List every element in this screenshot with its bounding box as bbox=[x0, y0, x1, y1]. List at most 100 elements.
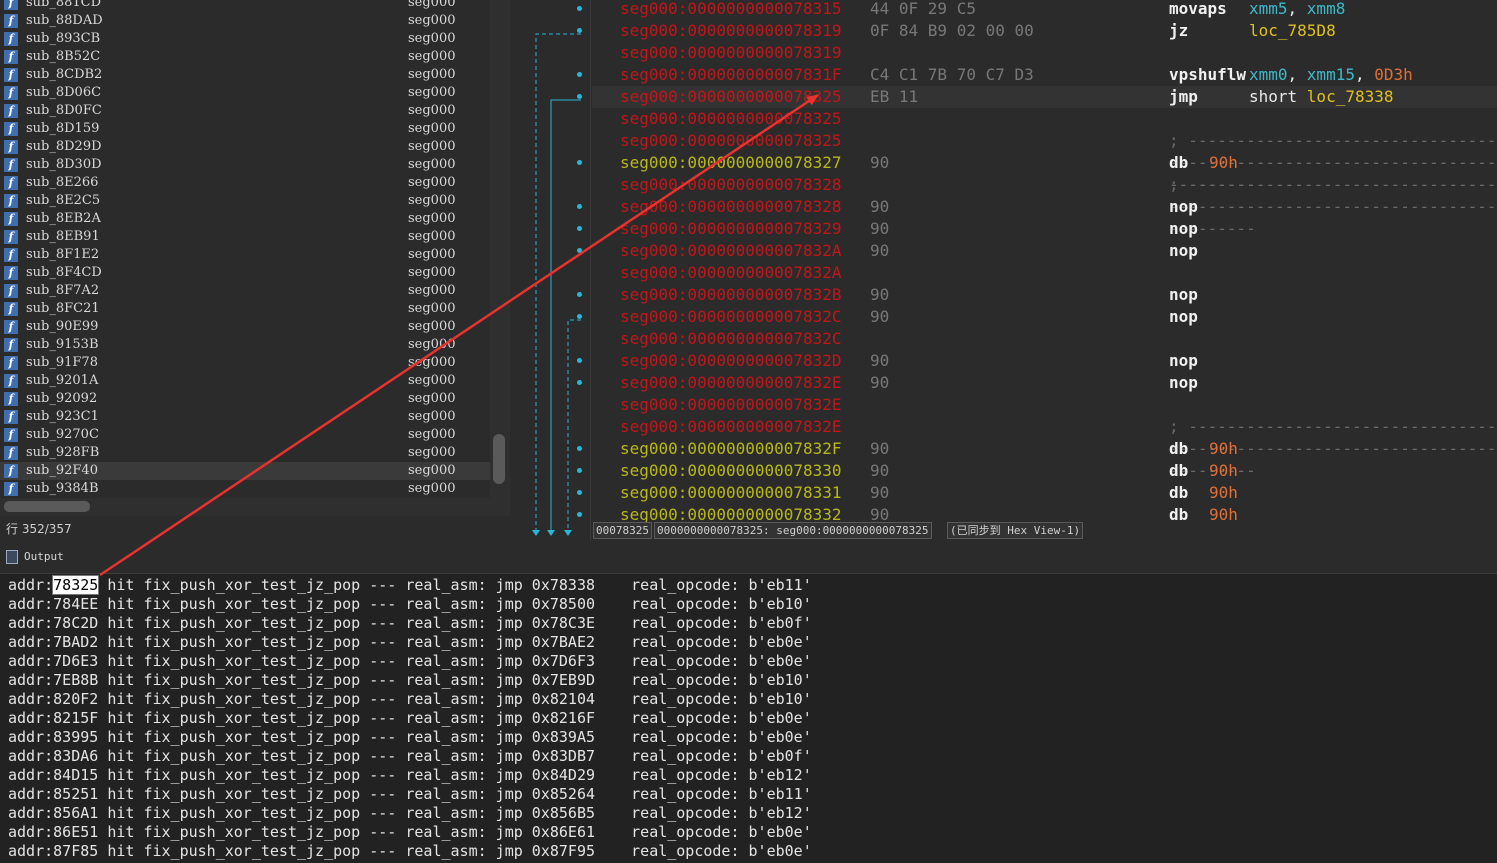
functions-horizontal-scrollbar[interactable] bbox=[0, 498, 510, 516]
disasm-address[interactable]: seg000:0000000000078319 bbox=[620, 42, 842, 64]
functions-vertical-scroll-thumb[interactable] bbox=[493, 434, 505, 484]
disasm-address[interactable]: seg000:0000000000078329 bbox=[620, 218, 842, 240]
disasm-line[interactable]: seg000:0000000000078325 bbox=[592, 108, 1497, 130]
disasm-mnemonic[interactable]: db bbox=[1169, 504, 1188, 526]
function-row[interactable]: f sub_91F78 seg000 bbox=[0, 354, 490, 372]
disasm-operands[interactable]: 90h bbox=[1209, 438, 1238, 460]
function-row[interactable]: f sub_8D30D seg000 bbox=[0, 156, 490, 174]
disasm-mnemonic[interactable]: nop bbox=[1169, 372, 1198, 394]
output-address[interactable]: 7BAD2 bbox=[53, 633, 98, 651]
function-row[interactable]: f sub_923C1 seg000 bbox=[0, 408, 490, 426]
disasm-line[interactable]: seg000:000000000007832C 90 nop bbox=[592, 306, 1497, 328]
disasm-line[interactable]: seg000:000000000007832C bbox=[592, 328, 1497, 350]
disasm-address[interactable]: seg000:000000000007832F bbox=[620, 438, 842, 460]
output-window-header[interactable]: Output bbox=[0, 545, 1497, 571]
function-row[interactable]: f sub_9153B seg000 bbox=[0, 336, 490, 354]
disasm-line[interactable]: seg000:0000000000078319 0F 84 B9 02 00 00… bbox=[592, 20, 1497, 42]
disasm-address[interactable]: seg000:0000000000078315 bbox=[620, 0, 842, 20]
disasm-address[interactable]: seg000:000000000007832E bbox=[620, 372, 842, 394]
disasm-line[interactable]: seg000:0000000000078328; ---------------… bbox=[592, 174, 1497, 238]
disasm-address[interactable]: seg000:0000000000078325 bbox=[620, 86, 842, 108]
disasm-mnemonic[interactable]: jz bbox=[1169, 20, 1188, 42]
disasm-address[interactable]: seg000:0000000000078325 bbox=[620, 130, 842, 152]
disasm-line[interactable]: seg000:0000000000078319 bbox=[592, 42, 1497, 64]
disasm-mnemonic[interactable]: nop bbox=[1169, 284, 1198, 306]
output-window-body[interactable]: addr:78325 hit fix_push_xor_test_jz_pop … bbox=[0, 573, 1497, 863]
function-row[interactable]: f sub_8F1E2 seg000 bbox=[0, 246, 490, 264]
disasm-mnemonic[interactable]: jmp bbox=[1169, 86, 1198, 108]
output-address[interactable]: 856A1 bbox=[53, 804, 98, 822]
output-line[interactable]: addr:784EE hit fix_push_xor_test_jz_pop … bbox=[8, 595, 812, 614]
disasm-line[interactable]: seg000:000000000007832A 90 nop bbox=[592, 240, 1497, 262]
disasm-mnemonic[interactable]: db bbox=[1169, 482, 1188, 504]
function-row[interactable]: f sub_928FB seg000 bbox=[0, 444, 490, 462]
function-row[interactable]: f sub_92F40 seg000 bbox=[0, 462, 490, 480]
output-line[interactable]: addr:820F2 hit fix_push_xor_test_jz_pop … bbox=[8, 690, 812, 709]
disasm-mnemonic[interactable]: vpshuflw bbox=[1169, 64, 1246, 86]
disasm-line[interactable]: seg000:0000000000078330 90 db 90h bbox=[592, 460, 1497, 482]
output-line[interactable]: addr:7D6E3 hit fix_push_xor_test_jz_pop … bbox=[8, 652, 812, 671]
disasm-address[interactable]: seg000:0000000000078331 bbox=[620, 482, 842, 504]
disasm-address[interactable]: seg000:000000000007832C bbox=[620, 328, 842, 350]
function-row[interactable]: f sub_893CB seg000 bbox=[0, 30, 490, 48]
output-address[interactable]: 83995 bbox=[53, 728, 98, 746]
output-address[interactable]: 84D15 bbox=[53, 766, 98, 784]
output-address[interactable]: 78C2D bbox=[53, 614, 98, 632]
disasm-address[interactable]: seg000:000000000007832A bbox=[620, 240, 842, 262]
disasm-line[interactable]: seg000:000000000007832B 90 nop bbox=[592, 284, 1497, 306]
output-address[interactable]: 820F2 bbox=[53, 690, 98, 708]
functions-vertical-scrollbar[interactable] bbox=[490, 0, 510, 498]
output-address[interactable]: 83DA6 bbox=[53, 747, 98, 765]
function-row[interactable]: f sub_8D06C seg000 bbox=[0, 84, 490, 102]
output-line[interactable]: addr:8215F hit fix_push_xor_test_jz_pop … bbox=[8, 709, 812, 728]
disasm-operands[interactable]: xmm0, xmm15, 0D3h bbox=[1249, 64, 1413, 86]
disasm-address[interactable]: seg000:0000000000078319 bbox=[620, 20, 842, 42]
disasm-operands[interactable]: 90h bbox=[1209, 152, 1238, 174]
disasm-address[interactable]: seg000:000000000007832E bbox=[620, 394, 842, 416]
disasm-line[interactable]: seg000:0000000000078325; ---------------… bbox=[592, 130, 1497, 194]
function-row[interactable]: f sub_8E2C5 seg000 bbox=[0, 192, 490, 210]
disasm-mnemonic[interactable]: movaps bbox=[1169, 0, 1227, 20]
output-line[interactable]: addr:856A1 hit fix_push_xor_test_jz_pop … bbox=[8, 804, 812, 823]
function-row[interactable]: f sub_8F4CD seg000 bbox=[0, 264, 490, 282]
disasm-mnemonic[interactable]: nop bbox=[1169, 218, 1198, 240]
disasm-mnemonic[interactable]: db bbox=[1169, 152, 1188, 174]
disasm-address[interactable]: seg000:0000000000078328 bbox=[620, 196, 842, 218]
function-row[interactable]: f sub_8D159 seg000 bbox=[0, 120, 490, 138]
disasm-address[interactable]: seg000:0000000000078325 bbox=[620, 108, 842, 130]
function-row[interactable]: f sub_92092 seg000 bbox=[0, 390, 490, 408]
output-address[interactable]: 78325 bbox=[52, 575, 100, 595]
disasm-mnemonic[interactable]: nop bbox=[1169, 196, 1198, 218]
disasm-address[interactable]: seg000:0000000000078330 bbox=[620, 460, 842, 482]
function-row[interactable]: f sub_881CD seg000 bbox=[0, 0, 490, 12]
function-row[interactable]: f sub_8D0FC seg000 bbox=[0, 102, 490, 120]
function-row[interactable]: f sub_88DAD seg000 bbox=[0, 12, 490, 30]
disasm-operands[interactable]: loc_785D8 bbox=[1249, 20, 1336, 42]
disasm-address[interactable]: seg000:000000000007831F bbox=[620, 64, 842, 86]
location-operand[interactable]: loc_785D8 bbox=[1249, 21, 1336, 40]
output-line[interactable]: addr:7EB8B hit fix_push_xor_test_jz_pop … bbox=[8, 671, 812, 690]
disasm-mnemonic[interactable]: nop bbox=[1169, 306, 1198, 328]
disasm-line[interactable]: seg000:000000000007832E bbox=[592, 394, 1497, 416]
disasm-line[interactable]: seg000:000000000007832D 90 nop bbox=[592, 350, 1497, 372]
output-line[interactable]: addr:84D15 hit fix_push_xor_test_jz_pop … bbox=[8, 766, 812, 785]
disasm-mnemonic[interactable]: db bbox=[1169, 460, 1188, 482]
disasm-address[interactable]: seg000:000000000007832A bbox=[620, 262, 842, 284]
disasm-address[interactable]: seg000:0000000000078327 bbox=[620, 152, 842, 174]
function-row[interactable]: f sub_9384B seg000 bbox=[0, 480, 490, 498]
function-row[interactable]: f sub_8B52C seg000 bbox=[0, 48, 490, 66]
disasm-line[interactable]: seg000:000000000007831F C4 C1 7B 70 C7 D3… bbox=[592, 64, 1497, 86]
function-row[interactable]: f sub_8FC21 seg000 bbox=[0, 300, 490, 318]
disasm-address[interactable]: seg000:000000000007832E bbox=[620, 416, 842, 438]
disasm-mnemonic[interactable]: nop bbox=[1169, 350, 1198, 372]
disasm-line[interactable]: seg000:000000000007832F 90 db 90h bbox=[592, 438, 1497, 460]
disasm-operands[interactable]: short loc_78338 bbox=[1249, 86, 1394, 108]
output-line[interactable]: addr:83DA6 hit fix_push_xor_test_jz_pop … bbox=[8, 747, 812, 766]
function-row[interactable]: f sub_8EB91 seg000 bbox=[0, 228, 490, 246]
output-address[interactable]: 7D6E3 bbox=[53, 652, 98, 670]
disasm-line[interactable]: seg000:000000000007832E 90 nop bbox=[592, 372, 1497, 394]
disasm-line[interactable]: seg000:0000000000078331 90 db 90h bbox=[592, 482, 1497, 504]
disasm-operands[interactable]: 90h bbox=[1209, 460, 1238, 482]
disasm-address[interactable]: seg000:000000000007832D bbox=[620, 350, 842, 372]
location-operand[interactable]: loc_78338 bbox=[1307, 87, 1394, 106]
